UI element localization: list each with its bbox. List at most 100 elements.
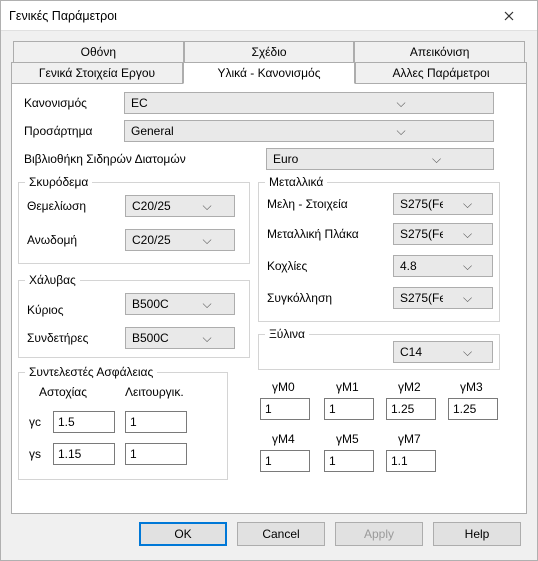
tab-row-1: Οθόνη Σχέδιο Απεικόνιση (13, 41, 525, 63)
gm0-label: γΜ0 (272, 380, 295, 394)
chevron-down-icon: ⌵ (380, 152, 493, 167)
timber-value: C14 (394, 345, 443, 359)
plate-label: Μεταλλική Πλάκα (267, 227, 359, 241)
foundation-combo[interactable]: C20/25⌵ (125, 195, 235, 217)
bolts-value: 4.8 (394, 259, 443, 273)
close-button[interactable] (489, 2, 529, 30)
tab-control: Οθόνη Σχέδιο Απεικόνιση Γενικά Στοιχεία … (11, 41, 527, 516)
regulation-value: EC (125, 96, 309, 110)
service-label: Λειτουργικ. (125, 385, 184, 399)
gm4-input[interactable]: 1 (260, 450, 310, 472)
tab-display[interactable]: Απεικόνιση (354, 41, 525, 63)
gm0-input[interactable]: 1 (260, 398, 310, 420)
cancel-button[interactable]: Cancel (237, 522, 325, 546)
timber-legend: Ξύλινα (265, 327, 309, 341)
close-icon (504, 11, 514, 21)
gm4-label: γΜ4 (272, 432, 295, 446)
weld-combo[interactable]: S275(Fe430)⌵ (393, 287, 493, 309)
superstructure-label: Ανωδομή (27, 233, 77, 247)
regulation-label: Κανονισμός (24, 96, 87, 110)
plate-combo[interactable]: S275(Fe430)⌵ (393, 223, 493, 245)
dialog-buttons: OK Cancel Apply Help (11, 516, 527, 554)
chevron-down-icon: ⌵ (309, 124, 493, 139)
safety-legend: Συντελεστές Ασφάλειας (25, 365, 157, 379)
gm1-label: γΜ1 (336, 380, 359, 394)
dialog-window: Γενικές Παράμετροι Οθόνη Σχέδιο Απεικόνι… (0, 0, 538, 561)
gc-label: γc (29, 415, 41, 429)
rebar-legend: Χάλυβας (25, 273, 80, 287)
gm3-label: γΜ3 (460, 380, 483, 394)
foundation-value: C20/25 (126, 199, 180, 213)
apply-button: Apply (335, 522, 423, 546)
chevron-down-icon: ⌵ (180, 233, 234, 248)
titlebar: Γενικές Παράμετροι (1, 1, 537, 31)
help-button[interactable]: Help (433, 522, 521, 546)
gs-fail-input[interactable]: 1.15 (53, 443, 115, 465)
main-steel-label: Κύριος (27, 303, 64, 317)
tab-materials[interactable]: Υλικά - Κανονισμός (183, 62, 355, 84)
gm5-label: γΜ5 (336, 432, 359, 446)
plate-value: S275(Fe430) (394, 227, 443, 241)
foundation-label: Θεμελίωση (27, 199, 86, 213)
gc-fail-input[interactable]: 1.5 (53, 411, 115, 433)
members-label: Μελη - Στοιχεία (267, 197, 348, 211)
tab-row-2: Γενικά Στοιχεία Εργου Υλικά - Κανονισμός… (11, 62, 527, 84)
timber-group: Ξύλινα C14⌵ (258, 334, 500, 370)
bolts-combo[interactable]: 4.8⌵ (393, 255, 493, 277)
main-steel-combo[interactable]: B500C⌵ (125, 293, 235, 315)
weld-label: Συγκόλληση (267, 291, 332, 305)
chevron-down-icon: ⌵ (443, 345, 492, 360)
tab-screen[interactable]: Οθόνη (13, 41, 184, 63)
chevron-down-icon: ⌵ (180, 199, 234, 214)
tab-drawing[interactable]: Σχέδιο (184, 41, 355, 63)
gm1-input[interactable]: 1 (324, 398, 374, 420)
chevron-down-icon: ⌵ (180, 297, 234, 312)
chevron-down-icon: ⌵ (443, 197, 492, 212)
gm2-label: γΜ2 (398, 380, 421, 394)
tab-page-materials: Κανονισμός EC ⌵ Προσάρτημα General ⌵ Βιβ… (11, 84, 527, 514)
rebar-group: Χάλυβας Κύριος B500C⌵ Συνδετήρες B500C⌵ (18, 280, 250, 358)
concrete-group: Σκυρόδεμα Θεμελίωση C20/25⌵ Ανωδομή C20/… (18, 182, 250, 264)
bolts-label: Κοχλίες (267, 259, 307, 273)
weld-value: S275(Fe430) (394, 291, 443, 305)
library-label: Βιβλιοθήκη Σιδηρών Διατομών (24, 152, 186, 166)
link-steel-value: B500C (126, 331, 180, 345)
gm7-input[interactable]: 1.1 (386, 450, 436, 472)
metal-legend: Μεταλλικά (265, 175, 327, 189)
timber-combo[interactable]: C14⌵ (393, 341, 493, 363)
ok-button[interactable]: OK (139, 522, 227, 546)
members-value: S275(Fe430) (394, 197, 443, 211)
gm5-input[interactable]: 1 (324, 450, 374, 472)
concrete-legend: Σκυρόδεμα (25, 175, 92, 189)
main-steel-value: B500C (126, 297, 180, 311)
chevron-down-icon: ⌵ (309, 96, 493, 111)
annex-combo[interactable]: General ⌵ (124, 120, 494, 142)
library-value: Euro (267, 152, 380, 166)
superstructure-value: C20/25 (126, 233, 180, 247)
chevron-down-icon: ⌵ (443, 291, 492, 306)
annex-label: Προσάρτημα (24, 124, 92, 138)
annex-value: General (125, 124, 309, 138)
chevron-down-icon: ⌵ (443, 227, 492, 242)
chevron-down-icon: ⌵ (180, 331, 234, 346)
safety-group: Συντελεστές Ασφάλειας Αστοχίας Λειτουργι… (18, 372, 228, 480)
tab-project-info[interactable]: Γενικά Στοιχεία Εργου (11, 62, 183, 84)
client-area: Οθόνη Σχέδιο Απεικόνιση Γενικά Στοιχεία … (1, 31, 537, 560)
gm7-label: γΜ7 (398, 432, 421, 446)
gc-serv-input[interactable]: 1 (125, 411, 187, 433)
failure-label: Αστοχίας (39, 385, 87, 399)
metal-group: Μεταλλικά Μελη - Στοιχεία S275(Fe430)⌵ Μ… (258, 182, 500, 322)
gm2-input[interactable]: 1.25 (386, 398, 436, 420)
link-steel-combo[interactable]: B500C⌵ (125, 327, 235, 349)
link-steel-label: Συνδετήρες (27, 331, 88, 345)
superstructure-combo[interactable]: C20/25⌵ (125, 229, 235, 251)
regulation-combo[interactable]: EC ⌵ (124, 92, 494, 114)
window-title: Γενικές Παράμετροι (9, 9, 489, 23)
gm3-input[interactable]: 1.25 (448, 398, 498, 420)
library-combo[interactable]: Euro ⌵ (266, 148, 494, 170)
gs-serv-input[interactable]: 1 (125, 443, 187, 465)
tab-other[interactable]: Αλλες Παράμετροι (355, 62, 527, 84)
members-combo[interactable]: S275(Fe430)⌵ (393, 193, 493, 215)
gs-label: γs (29, 447, 41, 461)
chevron-down-icon: ⌵ (443, 259, 492, 274)
